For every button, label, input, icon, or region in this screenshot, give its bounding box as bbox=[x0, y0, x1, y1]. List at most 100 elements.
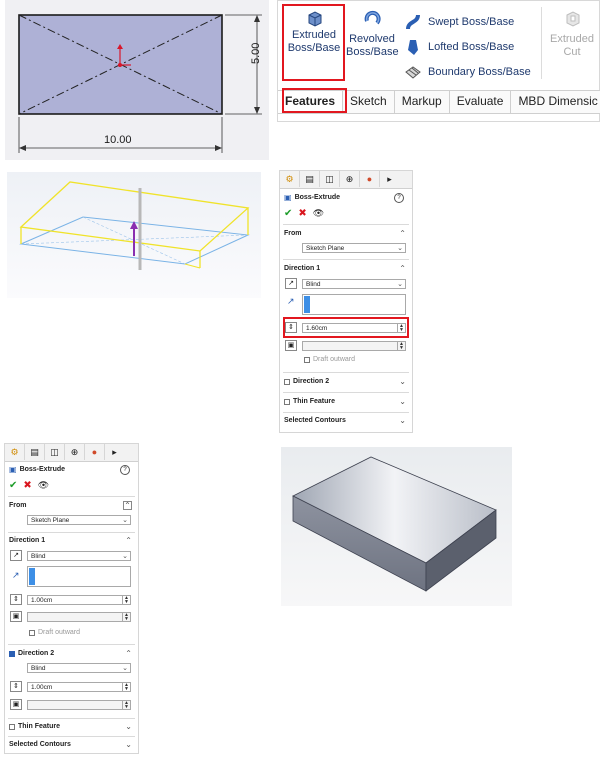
revolved-boss-button[interactable]: Revolved Boss/Base bbox=[346, 9, 399, 59]
draft-spinner[interactable]: ▲ ▼ bbox=[122, 613, 130, 622]
property-manager-tab-icon[interactable]: ▤ bbox=[300, 171, 320, 187]
extrude-preview-view bbox=[7, 172, 261, 298]
direction-selection-box[interactable] bbox=[27, 566, 131, 587]
draft-angle-input[interactable]: ▲ ▼ bbox=[27, 612, 131, 622]
dimxpert-tab-icon[interactable]: ⊕ bbox=[65, 444, 85, 460]
from-section-header[interactable]: From ⌃ bbox=[284, 229, 408, 238]
configuration-manager-tab-icon[interactable]: ◫ bbox=[320, 171, 340, 187]
property-manager-tab-icon[interactable]: ▤ bbox=[25, 444, 45, 460]
collapse-icon[interactable]: ⌃ bbox=[399, 229, 406, 238]
cancel-x-icon[interactable]: ✖ bbox=[23, 480, 31, 491]
draft-outward-row[interactable]: Draft outward bbox=[304, 356, 408, 363]
width-dimension[interactable]: 10.00 bbox=[104, 134, 132, 146]
depth-input-2[interactable]: 1.00cm ▲ ▼ bbox=[27, 682, 131, 692]
draft-icon[interactable]: ▣ bbox=[10, 699, 22, 710]
cancel-x-icon[interactable]: ✖ bbox=[298, 208, 306, 219]
draft-spinner[interactable]: ▲ ▼ bbox=[122, 701, 130, 710]
extruded-cut-button[interactable]: Extruded Cut bbox=[546, 9, 598, 59]
more-tabs-icon[interactable]: ▸ bbox=[380, 171, 399, 187]
direction2-section-header[interactable]: Direction 2 ⌄ bbox=[284, 377, 408, 386]
swept-boss-button[interactable]: Swept Boss/Base bbox=[404, 13, 514, 31]
direction-selection-box[interactable] bbox=[302, 294, 406, 315]
boundary-boss-label: Boundary Boss/Base bbox=[428, 66, 531, 78]
depth-input-1[interactable]: 1.00cm ▲ ▼ bbox=[27, 595, 131, 605]
pm-tabs: ⚙ ▤ ◫ ⊕ ● ▸ bbox=[5, 444, 138, 462]
revolved-boss-label-2: Boss/Base bbox=[346, 46, 399, 58]
selected-contours-section-header[interactable]: Selected Contours ⌄ bbox=[9, 740, 134, 749]
direction2-checkbox[interactable] bbox=[284, 378, 290, 385]
ok-check-icon[interactable]: ✔ bbox=[9, 480, 17, 491]
ok-check-icon[interactable]: ✔ bbox=[284, 208, 292, 219]
thin-feature-checkbox[interactable] bbox=[9, 723, 15, 730]
reverse-direction-icon[interactable]: ↗ bbox=[10, 550, 22, 561]
property-manager-2: ⚙ ▤ ◫ ⊕ ● ▸ ▣ Boss-Extrude ? ✔ ✖ 👁 From … bbox=[4, 443, 139, 754]
highlight-depth bbox=[283, 317, 409, 338]
display-manager-tab-icon[interactable]: ● bbox=[360, 171, 380, 187]
end-condition-dropdown[interactable]: Blind ⌄ bbox=[27, 551, 131, 561]
end-condition-dropdown[interactable]: Blind ⌄ bbox=[302, 279, 406, 289]
expand-icon[interactable]: ⌄ bbox=[125, 722, 132, 731]
depth-spinner[interactable]: ▲ ▼ bbox=[122, 683, 130, 692]
tab-evaluate[interactable]: Evaluate bbox=[450, 91, 512, 113]
selected-contours-section-header[interactable]: Selected Contours ⌄ bbox=[284, 416, 408, 425]
depth-spinner[interactable]: ▲ ▼ bbox=[122, 596, 130, 605]
display-manager-tab-icon[interactable]: ● bbox=[85, 444, 105, 460]
tab-sketch[interactable]: Sketch bbox=[343, 91, 395, 113]
direction2-checkbox[interactable] bbox=[9, 650, 15, 657]
help-icon[interactable]: ? bbox=[120, 464, 130, 475]
preview-eye-icon[interactable]: 👁 bbox=[313, 208, 324, 219]
pm-title-row: ▣ Boss-Extrude ? bbox=[284, 192, 408, 203]
reverse-direction-icon[interactable]: ↗ bbox=[285, 278, 297, 289]
boss-extrude-icon: ▣ bbox=[284, 193, 292, 202]
dimxpert-tab-icon[interactable]: ⊕ bbox=[340, 171, 360, 187]
collapse-icon[interactable]: ⌃ bbox=[125, 649, 132, 658]
boundary-boss-button[interactable]: Boundary Boss/Base bbox=[404, 63, 531, 81]
draft-outward-checkbox[interactable] bbox=[29, 629, 35, 636]
draft-icon[interactable]: ▣ bbox=[285, 340, 297, 351]
draft-angle-input-2[interactable]: ▲ ▼ bbox=[27, 700, 131, 710]
height-dimension[interactable]: 5.00 bbox=[250, 43, 262, 64]
thin-feature-label: Thin Feature bbox=[18, 723, 61, 730]
collapse-icon[interactable]: ⌃ bbox=[125, 536, 132, 545]
help-icon[interactable]: ? bbox=[394, 192, 404, 203]
direction2-end-condition-dropdown[interactable]: Blind ⌄ bbox=[27, 663, 131, 673]
draft-spinner[interactable]: ▲ ▼ bbox=[397, 342, 405, 351]
draft-outward-checkbox[interactable] bbox=[304, 356, 310, 363]
draft-angle-input[interactable]: ▲ ▼ bbox=[302, 341, 406, 351]
direction2-end-condition-value: Blind bbox=[31, 665, 46, 672]
tab-markup[interactable]: Markup bbox=[395, 91, 450, 113]
property-manager-1: ⚙ ▤ ◫ ⊕ ● ▸ ▣ Boss-Extrude ? ✔ ✖ 👁 From … bbox=[279, 170, 413, 433]
from-dropdown[interactable]: Sketch Plane ⌄ bbox=[302, 243, 406, 253]
draft-icon[interactable]: ▣ bbox=[10, 611, 22, 622]
from-dropdown[interactable]: Sketch Plane ⌄ bbox=[27, 515, 131, 525]
thin-feature-section-header[interactable]: Thin Feature ⌄ bbox=[9, 722, 134, 731]
extruded-cut-label-2: Cut bbox=[563, 46, 581, 58]
direction1-section-header[interactable]: Direction 1 ⌃ bbox=[284, 264, 408, 273]
draft-outward-row[interactable]: Draft outward bbox=[29, 629, 134, 636]
lofted-boss-button[interactable]: Lofted Boss/Base bbox=[404, 38, 514, 56]
expand-icon[interactable]: ⌄ bbox=[399, 416, 406, 425]
feature-manager-tab-icon[interactable]: ⚙ bbox=[5, 444, 25, 460]
expand-icon[interactable]: ⌄ bbox=[399, 377, 406, 386]
direction2-section-header[interactable]: Direction 2 ⌃ bbox=[9, 649, 134, 658]
sketch-canvas bbox=[18, 14, 262, 153]
more-tabs-icon[interactable]: ▸ bbox=[105, 444, 124, 460]
direction1-label: Direction 1 bbox=[284, 265, 321, 272]
depth-value-2: 1.00cm bbox=[31, 684, 53, 691]
collapse-icon[interactable]: ⌃ bbox=[123, 501, 132, 510]
pm-title-row: ▣ Boss-Extrude ? bbox=[9, 464, 134, 475]
direction1-section-header[interactable]: Direction 1 ⌃ bbox=[9, 536, 134, 545]
tab-mbd-dimensions[interactable]: MBD Dimensic bbox=[511, 91, 600, 113]
depth-icon: ⇕ bbox=[10, 681, 22, 692]
expand-icon[interactable]: ⌄ bbox=[125, 740, 132, 749]
expand-icon[interactable]: ⌄ bbox=[399, 397, 406, 406]
swept-boss-icon bbox=[406, 14, 420, 30]
thin-feature-section-header[interactable]: Thin Feature ⌄ bbox=[284, 397, 408, 406]
thin-feature-checkbox[interactable] bbox=[284, 398, 290, 405]
configuration-manager-tab-icon[interactable]: ◫ bbox=[45, 444, 65, 460]
from-section-header[interactable]: From ⌃ bbox=[9, 501, 134, 510]
preview-eye-icon[interactable]: 👁 bbox=[38, 480, 49, 491]
feature-manager-tab-icon[interactable]: ⚙ bbox=[280, 171, 300, 187]
revolved-boss-icon bbox=[364, 10, 381, 25]
collapse-icon[interactable]: ⌃ bbox=[399, 264, 406, 273]
